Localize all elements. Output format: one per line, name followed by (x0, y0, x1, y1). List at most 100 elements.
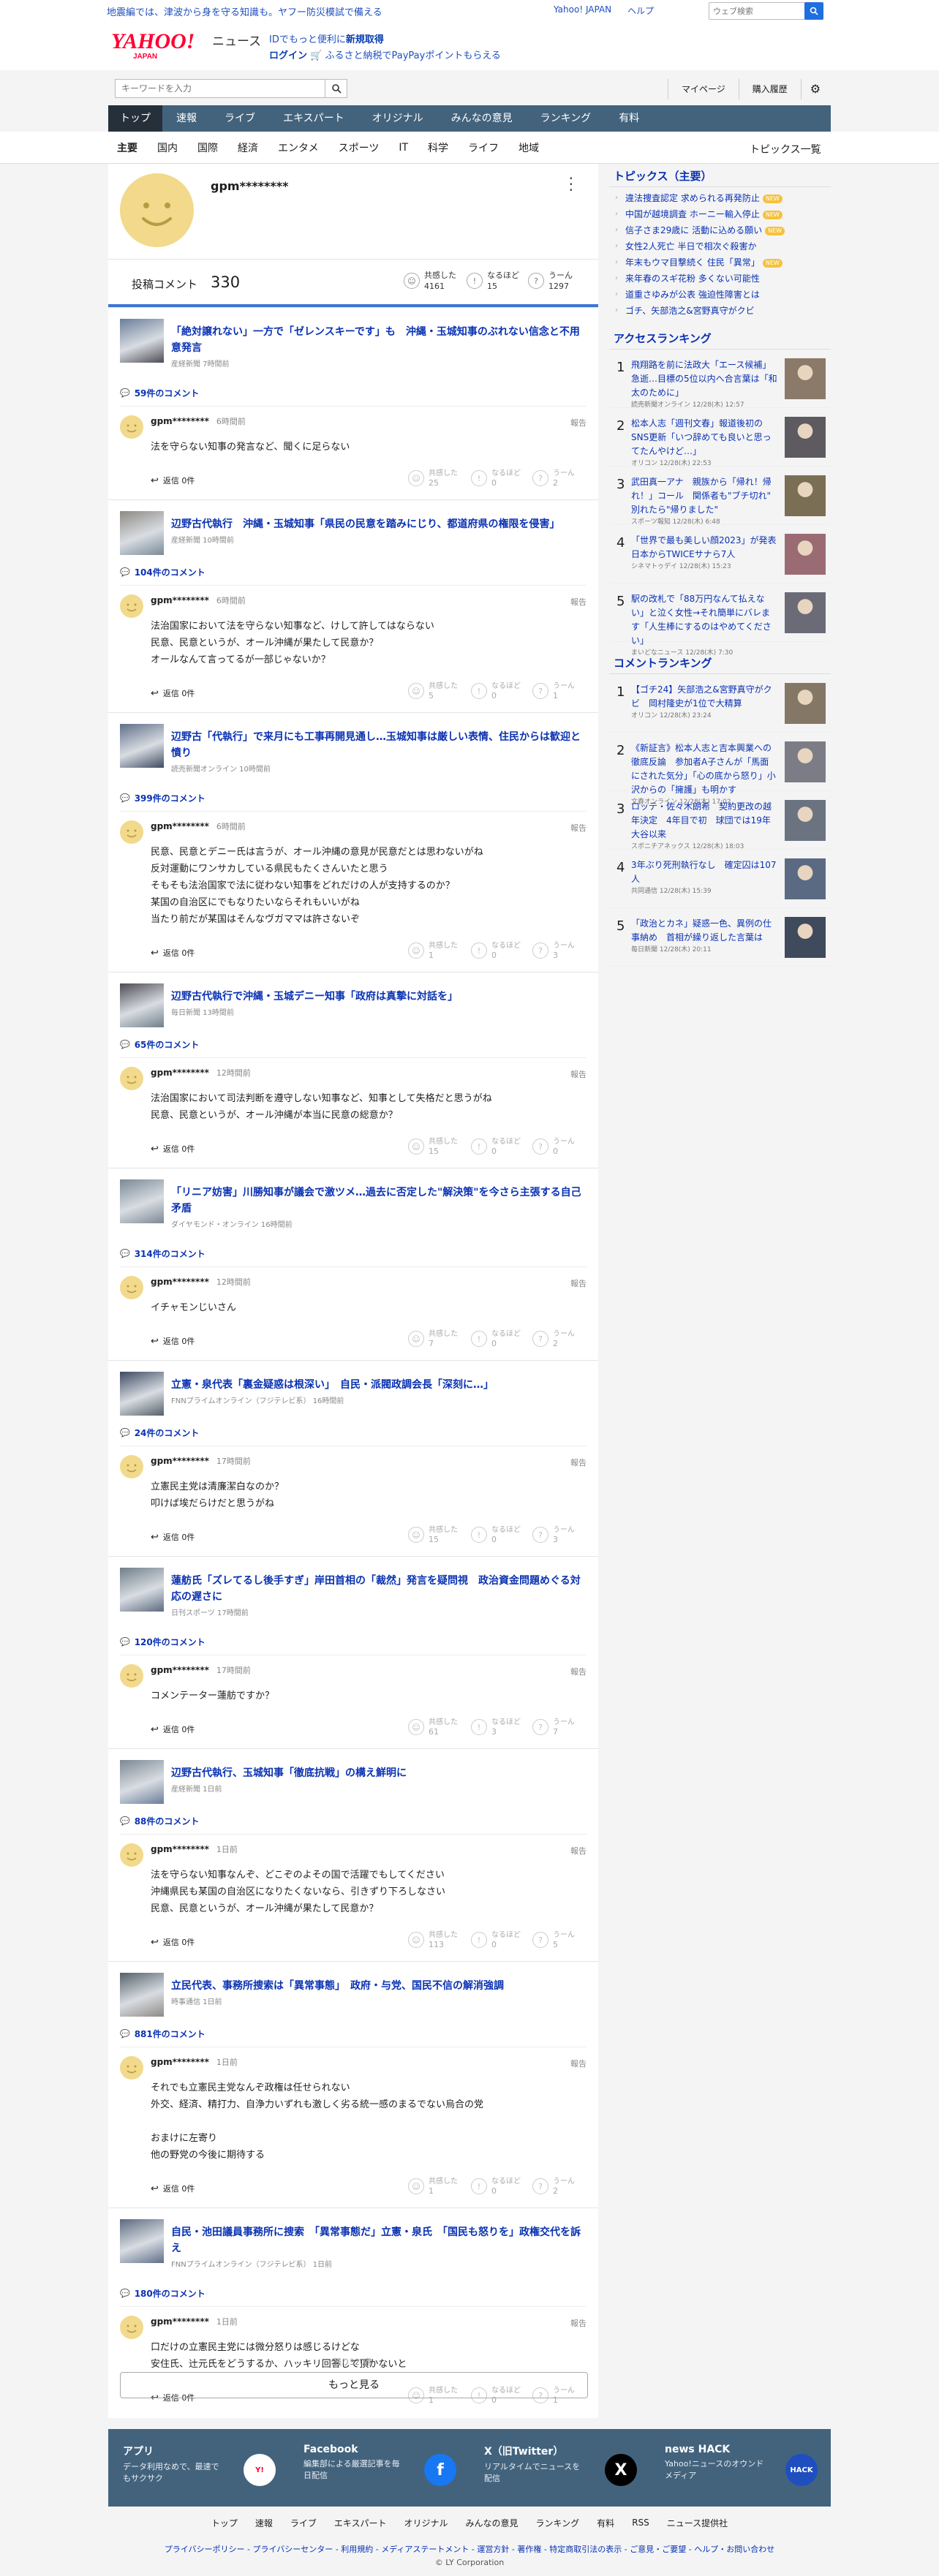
topic-item[interactable]: › 年末もウマ目撃続く 住民「異常」 NEW (609, 254, 831, 271)
hmm-button[interactable]: ? うーん 1 (532, 681, 575, 700)
report-link[interactable]: 報告 (570, 1845, 587, 1857)
comment-count-link[interactable]: 💬 180件のコメント (120, 2287, 205, 2300)
nav-live[interactable]: ライブ (211, 105, 269, 132)
article-thumbnail[interactable] (120, 1179, 164, 1223)
article-header[interactable]: 「絶対譲れない」一方で「ゼレンスキーです」も 沖縄・玉城知事のぶれない信念と不用… (108, 308, 598, 381)
comment-count-link[interactable]: 💬 59件のコメント (120, 387, 199, 399)
ranking-thumbnail[interactable] (785, 417, 826, 458)
article-header[interactable]: 辺野古「代執行」で来月にも工事再開見通し…玉城知事は厳しい表情、住民からは歓迎と… (108, 713, 598, 786)
empathy-button[interactable]: ☺ 共感した 7 (408, 1329, 458, 1348)
article-title[interactable]: 「リニア妨害」川勝知事が議会で激ツメ…過去に否定した"解決策"を今さら主張する自… (171, 1174, 588, 1217)
footer-link[interactable]: ニュース提供社 (667, 2517, 728, 2529)
hmm-button[interactable]: ? うーん 7 (532, 1718, 575, 1737)
report-link[interactable]: 報告 (570, 2058, 587, 2069)
report-link[interactable]: 報告 (570, 2317, 587, 2329)
hmm-button[interactable]: ? うーん 5 (532, 1930, 575, 1949)
topic-item[interactable]: › 来年春のスギ花粉 多くない可能性 (609, 271, 831, 287)
report-link[interactable]: 報告 (570, 1666, 587, 1677)
footer-link[interactable]: ランキング (536, 2517, 580, 2529)
comment-count-link[interactable]: 💬 399件のコメント (120, 792, 205, 804)
login-link[interactable]: ログイン (269, 50, 307, 61)
empathy-button[interactable]: ☺ 共感した 1 (408, 2177, 458, 2196)
ranking-thumbnail[interactable] (785, 800, 826, 841)
ranking-item[interactable]: 2 松本人志「週刊文春」報道後初のSNS更新「いつ辞めても良いと思ってたんやけど…… (609, 408, 831, 467)
topic-item[interactable]: › ゴチ、矢部浩之&宮野真守がクビ (609, 303, 831, 319)
ranking-title[interactable]: 「世界で最も美しい顔2023」が発表 日本からTWICEサナら7人 シネマトゥデイ… (631, 534, 785, 572)
load-more-button[interactable]: もっと見る (120, 2372, 588, 2398)
hmm-button[interactable]: ? うーん 3 (532, 1525, 575, 1544)
article-title[interactable]: 「絶対譲れない」一方で「ゼレンスキーです」も 沖縄・玉城知事のぶれない信念と不用… (171, 314, 588, 356)
hmm-button[interactable]: ? うーん 2 (532, 469, 575, 488)
ranking-item[interactable]: 4 3年ぶり死刑執行なし 確定囚は107人 共同通信 12/28(木) 15:39 (609, 850, 831, 908)
naruhodo-button[interactable]: ! なるほど 0 (471, 1930, 521, 1949)
ranking-item[interactable]: 4 「世界で最も美しい顔2023」が発表 日本からTWICEサナら7人 シネマトゥデ… (609, 525, 831, 583)
naruhodo-button[interactable]: ! なるほど 0 (471, 681, 521, 700)
ranking-title[interactable]: ロッテ・佐々木朗希 契約更改の越年決定 4年目で初 球団では19年大谷以来 スポニ… (631, 800, 777, 852)
report-link[interactable]: 報告 (570, 596, 587, 608)
article-header[interactable]: 蓮舫氏「ズレてるし後手すぎ」岸田首相の「裁然」発言を疑問視 政治資金問題めぐる対… (108, 1557, 598, 1630)
nav-ranking[interactable]: ランキング (527, 105, 606, 132)
ranking-item[interactable]: 5 駅の改札で「88万円なんて払えない」と泣く女性→それ簡単にバレます「人生棒にす… (609, 583, 831, 657)
reply-button[interactable]: ↩ 返信 0件 (151, 947, 195, 959)
ranking-thumbnail[interactable] (785, 858, 826, 899)
hmm-button[interactable]: ? うーん 2 (532, 1329, 575, 1348)
article-header[interactable]: 辺野古代執行 沖縄・玉城知事「県民の民意を踏みにじり、都道府県の権限を侵害」 産経… (108, 500, 598, 560)
article-header[interactable]: 辺野古代執行、玉城知事「徹底抗戦」の構え鮮明に 産経新聞 1日前 (108, 1749, 598, 1809)
category-main[interactable]: 主要 (117, 140, 147, 155)
reply-button[interactable]: ↩ 返信 0件 (151, 1531, 195, 1543)
ranking-item[interactable]: 3 武田真一アナ 親族から「帰れ！帰れ！」コール 関係者も"ブチ切れ" 別れたら"… (609, 467, 831, 526)
furusato-link[interactable]: ふるさと納税でPayPayポイントもらえる (325, 50, 500, 61)
signup-link[interactable]: 新規取得 (346, 34, 384, 45)
ranking-title[interactable]: 「政治とカネ」疑惑一色、異例の仕事納め 首相が繰り返した言葉は 毎日新聞 12/2… (631, 917, 777, 955)
article-header[interactable]: 立憲・泉代表「裏金疑惑は根深い」 自民・派閥政調会長「深刻に…」 FNNプライムオ… (108, 1361, 598, 1421)
article-thumbnail[interactable] (120, 1973, 164, 2017)
ranking-title[interactable]: 【ゴチ24】矢部浩之&宮野真守がクビ 岡村隆史が1位で大精算 オリコン 12/28… (631, 683, 777, 721)
web-search-input[interactable] (709, 4, 804, 18)
hmm-button[interactable]: ? うーん 0 (532, 1137, 575, 1156)
empathy-button[interactable]: ☺ 共感した 1 (408, 941, 458, 960)
help-link[interactable]: ヘルプ (627, 4, 654, 17)
article-thumbnail[interactable] (120, 983, 164, 1027)
empathy-button[interactable]: ☺ 共感した 25 (408, 469, 458, 488)
article-title[interactable]: 立民代表、事務所捜索は「異常事態」 政府・与党、国民不信の解消強調 (171, 1968, 588, 1994)
topics-list-link[interactable]: トピックス一覧 (750, 142, 821, 156)
topic-item[interactable]: › 中国が越境調査 ホーニー輸入停止 NEW (609, 206, 831, 222)
footer-link[interactable]: 速報 (255, 2517, 273, 2529)
footer-link[interactable]: みんなの意見 (466, 2517, 518, 2529)
article-thumbnail[interactable] (120, 1760, 164, 1804)
purchase-history-button[interactable]: 購入履歴 (738, 79, 801, 99)
article-title[interactable]: 自民・池田議員事務所に捜索 「異常事態だ」立憲・泉氏 「国民も怒りを」政権交代を… (171, 2214, 588, 2256)
nav-opinions[interactable]: みんなの意見 (437, 105, 527, 132)
category-life[interactable]: ライフ (468, 140, 508, 155)
footer-card-app[interactable]: アプリ データ利用なめで、最速でもサクサク Y! (108, 2429, 289, 2507)
nav-breaking[interactable]: 速報 (162, 105, 211, 132)
article-header[interactable]: 立民代表、事務所捜索は「異常事態」 政府・与党、国民不信の解消強調 時事通信 1日… (108, 1962, 598, 2022)
web-search-button[interactable] (804, 2, 823, 20)
ranking-item[interactable]: 1 【ゴチ24】矢部浩之&宮野真守がクビ 岡村隆史が1位で大精算 オリコン 12/2… (609, 674, 831, 733)
article-title[interactable]: 辺野古代執行 沖縄・玉城知事「県民の民意を踏みにじり、都道府県の権限を侵害」 (171, 506, 588, 532)
article-thumbnail[interactable] (120, 1568, 164, 1612)
category-sports[interactable]: スポーツ (339, 140, 389, 155)
ranking-thumbnail[interactable] (785, 358, 826, 399)
article-header[interactable]: 自民・池田議員事務所に捜索 「異常事態だ」立憲・泉氏 「国民も怒りを」政権交代を… (108, 2208, 598, 2281)
category-international[interactable]: 国際 (197, 140, 227, 155)
category-local[interactable]: 地域 (518, 140, 548, 155)
empathy-button[interactable]: ☺ 共感した 61 (408, 1718, 458, 1737)
legal-links[interactable]: プライバシーポリシー - プライバシーセンター - 利用規約 - メディアステー… (108, 2539, 831, 2556)
report-link[interactable]: 報告 (570, 1068, 587, 1080)
article-title[interactable]: 立憲・泉代表「裏金疑惑は根深い」 自民・派閥政調会長「深刻に…」 (171, 1367, 588, 1393)
report-link[interactable]: 報告 (570, 417, 587, 428)
category-it[interactable]: IT (399, 142, 418, 154)
disaster-notice-link[interactable]: 地震編では、津波から身を守る知識も。ヤフー防災模試で備える (107, 4, 382, 18)
article-title[interactable]: 辺野古代執行で沖縄・玉城デニー知事「政府は真摯に対話を」 (171, 978, 588, 1005)
ranking-item[interactable]: 5 「政治とカネ」疑惑一色、異例の仕事納め 首相が繰り返した言葉は 毎日新聞 12/… (609, 908, 831, 967)
article-thumbnail[interactable] (120, 2219, 164, 2263)
ranking-title[interactable]: 飛翔路を前に法政大「エース候補」急逝…目標の5位以内へ合言葉は「和太のために」読… (631, 358, 777, 410)
article-header[interactable]: 「リニア妨害」川勝知事が議会で激ツメ…過去に否定した"解決策"を今さら主張する自… (108, 1168, 598, 1242)
footer-card-facebook[interactable]: Facebook 編集部による厳選記事を毎日配信 f (289, 2429, 470, 2507)
footer-link[interactable]: エキスパート (334, 2517, 387, 2529)
empathy-button[interactable]: ☺ 共感した 15 (408, 1525, 458, 1544)
footer-link[interactable]: トップ (211, 2517, 238, 2529)
reply-button[interactable]: ↩ 返信 0件 (151, 1143, 195, 1155)
comment-count-link[interactable]: 💬 88件のコメント (120, 1815, 199, 1827)
